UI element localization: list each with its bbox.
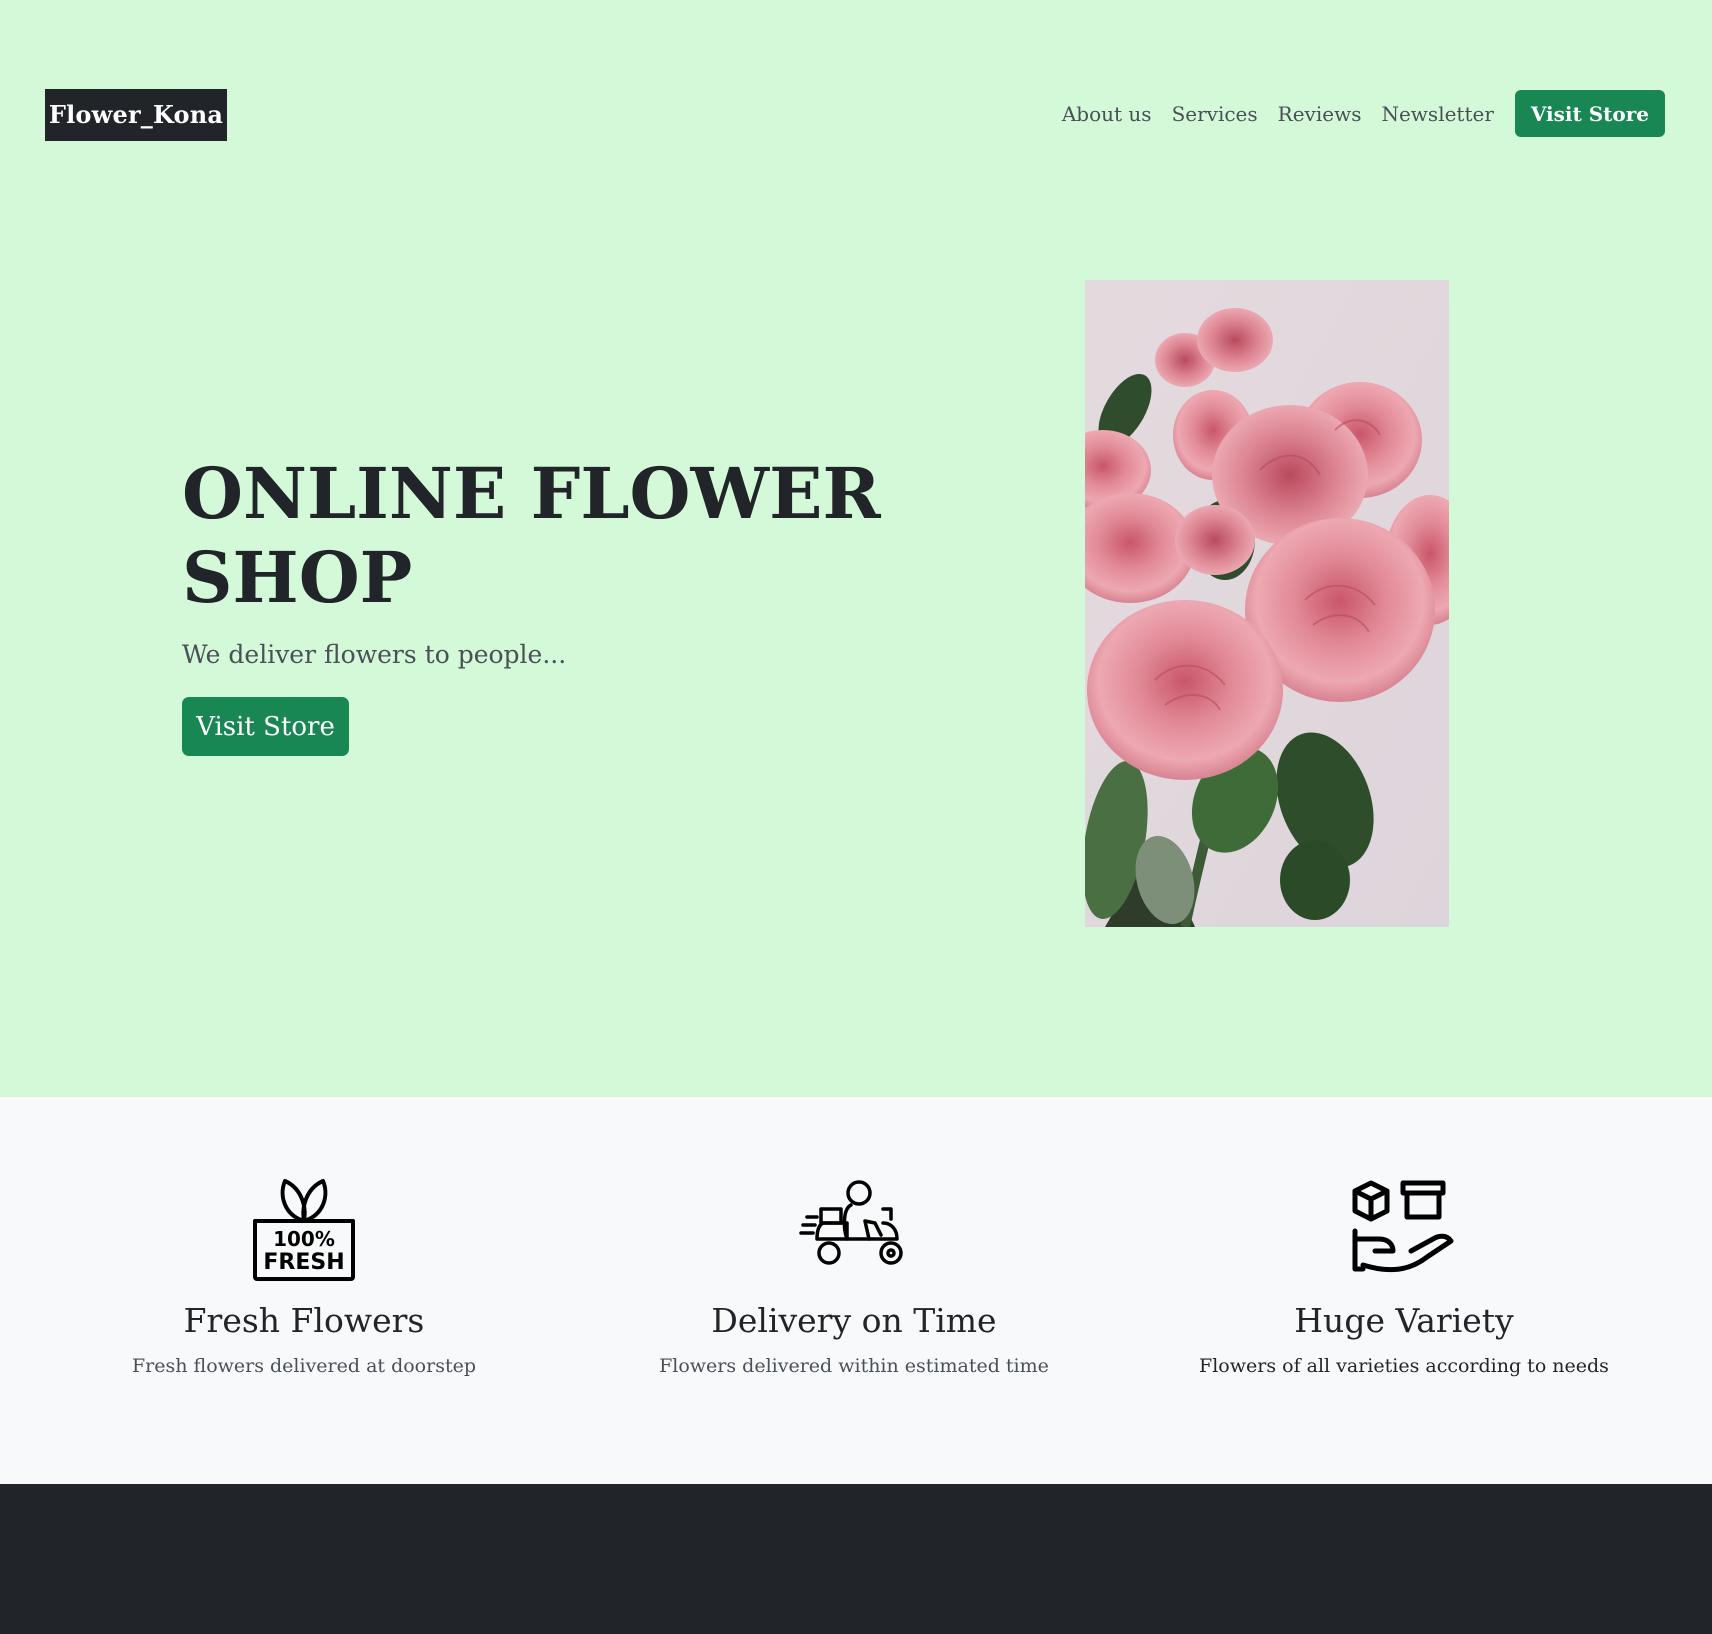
feature-description: Flowers delivered within estimated time <box>659 1355 1049 1377</box>
feature-description: Fresh flowers delivered at doorstep <box>131 1355 476 1377</box>
hero-subtitle: We deliver flowers to people... <box>182 640 567 669</box>
feature-title: Fresh Flowers <box>183 1301 425 1340</box>
pink-roses-photo <box>1085 280 1449 927</box>
hand-boxes-icon <box>1352 1180 1454 1273</box>
hero-visit-store-button[interactable]: Visit Store <box>182 697 349 756</box>
nav-link-newsletter[interactable]: Newsletter <box>1381 102 1493 126</box>
svg-text:100%: 100% <box>273 1227 335 1251</box>
brand-logo[interactable]: Flower_Kona <box>45 89 227 141</box>
svg-text:FRESH: FRESH <box>263 1250 344 1275</box>
hero-section: Flower_Kona About us Services Reviews Ne… <box>0 0 1712 1097</box>
feature-title: Huge Variety <box>1294 1301 1514 1340</box>
feature-title: Delivery on Time <box>711 1301 997 1340</box>
nav-link-reviews[interactable]: Reviews <box>1278 102 1362 126</box>
delivery-scooter-icon <box>799 1180 903 1265</box>
nav-link-about-us[interactable]: About us <box>1062 102 1152 126</box>
main-nav: About us Services Reviews Newsletter Vis… <box>1042 90 1665 137</box>
nav-link-services[interactable]: Services <box>1172 102 1258 126</box>
features-section: 100% FRESH Fresh Flowers Fresh flowers d… <box>0 1097 1712 1484</box>
feature-description: Flowers of all varieties according to ne… <box>1199 1355 1609 1377</box>
footer <box>0 1484 1712 1634</box>
hero-title: ONLINE FLOWER SHOP <box>182 452 881 619</box>
fresh-100-percent-icon: 100% FRESH <box>253 1179 355 1281</box>
nav-visit-store-button[interactable]: Visit Store <box>1514 90 1665 137</box>
